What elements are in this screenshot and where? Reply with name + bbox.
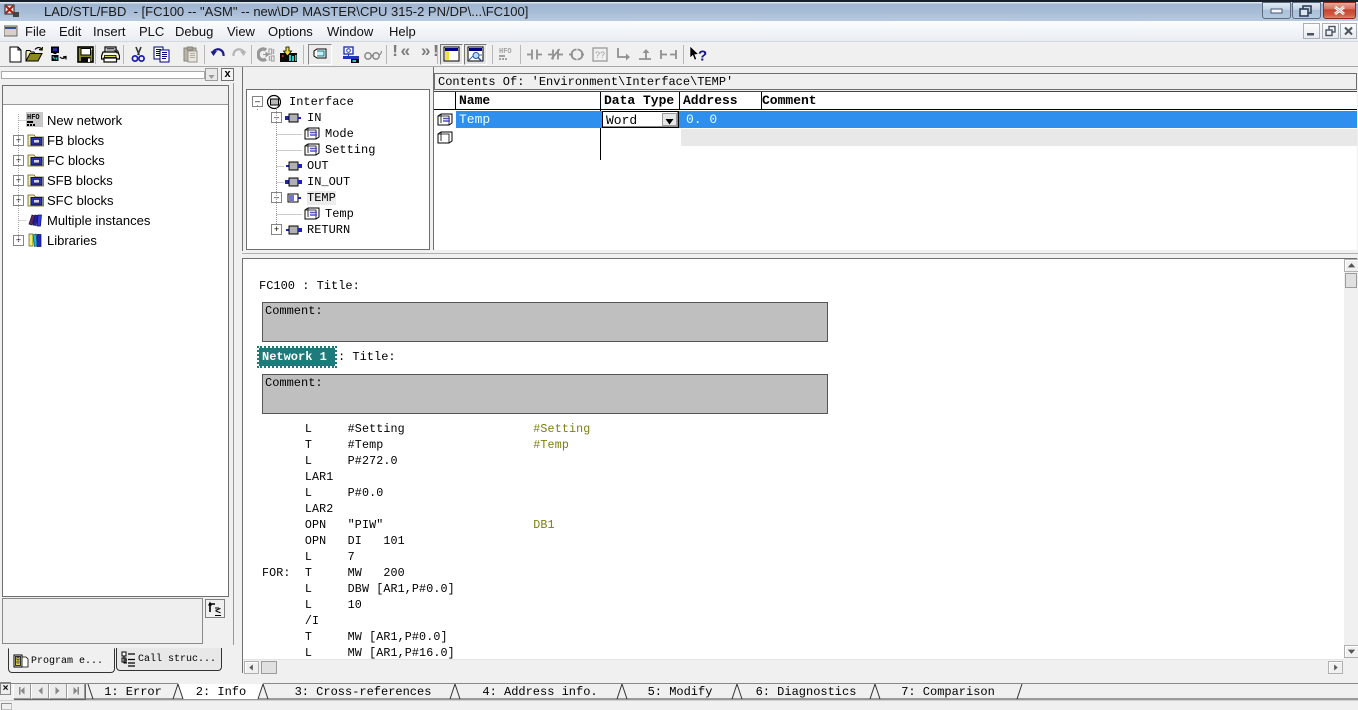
svg-text:7: Comparison: 7: Comparison bbox=[901, 685, 995, 699]
svg-text:1: Error: 1: Error bbox=[104, 685, 162, 699]
svg-text:3: Cross-references: 3: Cross-references bbox=[295, 685, 432, 699]
svg-text:2: Info: 2: Info bbox=[196, 685, 246, 699]
svg-text:5: Modify: 5: Modify bbox=[648, 685, 713, 699]
svg-text:<: < bbox=[215, 607, 221, 617]
svg-text:?: ? bbox=[698, 48, 707, 64]
svg-text:HFO: HFO bbox=[499, 48, 512, 56]
svg-text:6: Diagnostics: 6: Diagnostics bbox=[756, 685, 857, 699]
svg-text:4: Address info.: 4: Address info. bbox=[482, 685, 597, 699]
svg-text:??: ?? bbox=[595, 50, 605, 60]
